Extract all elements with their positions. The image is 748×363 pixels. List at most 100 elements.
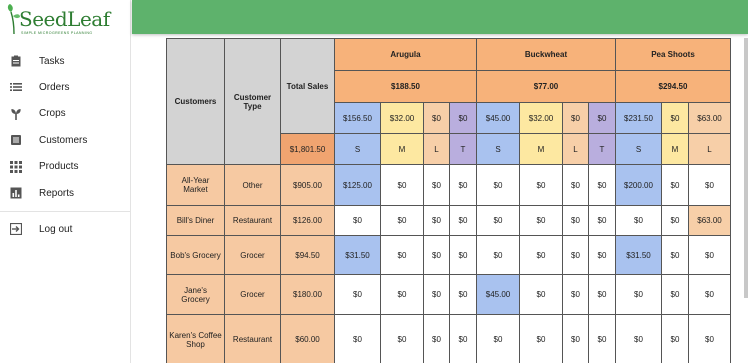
crop-header-buckwheat[interactable]: Buckwheat bbox=[476, 38, 616, 71]
sales-cell: $0 bbox=[661, 314, 689, 363]
crop-total-buckwheat: $77.00 bbox=[476, 70, 616, 103]
sales-cell: $0 bbox=[661, 205, 689, 236]
table-row[interactable]: Jane's Grocery Grocer $180.00 $0 $0 $0 $0 $45.0… bbox=[166, 274, 731, 315]
sales-cell: $0 bbox=[519, 164, 563, 206]
grand-total: $1,801.50 bbox=[280, 133, 335, 165]
sales-cell: $0 bbox=[423, 205, 450, 236]
sidebar-item-products[interactable]: Products bbox=[0, 154, 131, 180]
sales-cell: $125.00 bbox=[334, 164, 381, 206]
size-label: T bbox=[588, 133, 616, 165]
sidebar: SeedLeaf SIMPLE MICROGREENS PLANNING Tas… bbox=[0, 0, 131, 363]
sales-cell: $0 bbox=[423, 274, 450, 315]
app-top-bar bbox=[132, 0, 748, 34]
customer-name: Bob's Grocery bbox=[166, 235, 225, 275]
sales-cell: $0 bbox=[562, 164, 589, 206]
size-total-cell: $231.50 bbox=[615, 102, 662, 134]
size-label: L bbox=[562, 133, 589, 165]
list-icon bbox=[10, 83, 22, 92]
sales-cell: $0 bbox=[688, 164, 731, 206]
sales-cell: $0 bbox=[380, 274, 424, 315]
customer-total: $60.00 bbox=[280, 314, 335, 363]
sidebar-item-customers[interactable]: Customers bbox=[0, 127, 131, 153]
customer-total: $905.00 bbox=[280, 164, 335, 206]
sales-cell: $0 bbox=[615, 274, 662, 315]
crop-header-pea-shoots[interactable]: Pea Shoots bbox=[615, 38, 731, 71]
sales-cell: $0 bbox=[661, 235, 689, 275]
sales-cell: $0 bbox=[423, 235, 450, 275]
sales-cell: $0 bbox=[562, 314, 589, 363]
size-label: L bbox=[688, 133, 731, 165]
sales-cell: $200.00 bbox=[615, 164, 662, 206]
table-row[interactable]: Karen's Coffee Shop Restaurant $60.00 $0 $0 $… bbox=[166, 314, 731, 363]
size-label: L bbox=[423, 133, 450, 165]
size-total-cell: $63.00 bbox=[688, 102, 731, 134]
size-label: M bbox=[661, 133, 689, 165]
sidebar-item-orders[interactable]: Orders bbox=[0, 74, 131, 100]
customer-type-header[interactable]: Customer Type bbox=[224, 38, 281, 165]
sidebar-item-tasks[interactable]: Tasks bbox=[0, 48, 131, 74]
sales-cell: $0 bbox=[615, 205, 662, 236]
customer-type: Grocer bbox=[224, 235, 281, 275]
sales-cell: $0 bbox=[423, 164, 450, 206]
sales-cell: $0 bbox=[661, 164, 689, 206]
grid-icon bbox=[10, 160, 22, 173]
size-total-cell: $32.00 bbox=[380, 102, 424, 134]
brand-name: SeedLeaf bbox=[19, 7, 110, 31]
sales-cell: $0 bbox=[562, 235, 589, 275]
vertical-scrollbar[interactable] bbox=[744, 38, 748, 298]
sales-cell: $0 bbox=[588, 235, 616, 275]
table-row[interactable]: Bob's Grocery Grocer $94.50 $31.50 $0 $0 $0 $0 $… bbox=[166, 235, 731, 275]
sales-cell: $0 bbox=[519, 314, 563, 363]
sales-cell: $0 bbox=[449, 205, 477, 236]
table-row[interactable]: All-Year Market Other $905.00 $125.00 $0 $0 $0… bbox=[166, 164, 731, 206]
sales-cell: $0 bbox=[661, 274, 689, 315]
crop-header-arugula[interactable]: Arugula bbox=[334, 38, 477, 71]
sales-cell: $31.50 bbox=[334, 235, 381, 275]
sidebar-item-label: Orders bbox=[39, 82, 70, 94]
sidebar-item-reports[interactable]: Reports bbox=[0, 180, 131, 206]
sales-cell: $0 bbox=[615, 314, 662, 363]
customer-type: Grocer bbox=[224, 274, 281, 315]
sales-cell: $0 bbox=[449, 314, 477, 363]
bar-chart-icon bbox=[10, 187, 22, 199]
table-row[interactable]: Bill's Diner Restaurant $126.00 $0 $0 $0 $0 $0 $… bbox=[166, 205, 731, 236]
sales-cell: $0 bbox=[380, 205, 424, 236]
sales-cell: $0 bbox=[588, 274, 616, 315]
sidebar-item-label: Crops bbox=[39, 108, 66, 120]
clipboard-icon bbox=[11, 55, 21, 67]
sales-cell: $0 bbox=[334, 274, 381, 315]
logout-button[interactable]: Log out bbox=[0, 216, 131, 242]
sales-report-grid: Customers Customer Type Total Sales Arug… bbox=[166, 38, 744, 363]
sales-cell: $45.00 bbox=[476, 274, 520, 315]
sales-cell: $0 bbox=[688, 235, 731, 275]
customers-header[interactable]: Customers bbox=[166, 38, 225, 165]
sales-cell: $0 bbox=[334, 314, 381, 363]
size-total-cell: $0 bbox=[588, 102, 616, 134]
total-sales-header[interactable]: Total Sales bbox=[280, 38, 335, 134]
sales-cell: $0 bbox=[423, 314, 450, 363]
size-total-cell: $45.00 bbox=[476, 102, 520, 134]
sidebar-nav: Tasks Orders Crops Customers Products Re… bbox=[0, 48, 131, 206]
sales-cell: $0 bbox=[449, 164, 477, 206]
sales-cell: $63.00 bbox=[688, 205, 731, 236]
seedleaf-logo[interactable]: SeedLeaf SIMPLE MICROGREENS PLANNING bbox=[5, 4, 127, 38]
sales-cell: $0 bbox=[688, 274, 731, 315]
crop-total-pea-shoots: $294.50 bbox=[615, 70, 731, 103]
sales-cell: $0 bbox=[588, 314, 616, 363]
sales-cell: $0 bbox=[380, 314, 424, 363]
size-label: T bbox=[449, 133, 477, 165]
sales-cell: $0 bbox=[588, 205, 616, 236]
customer-name: All-Year Market bbox=[166, 164, 225, 206]
sidebar-item-label: Customers bbox=[39, 134, 88, 146]
customer-total: $126.00 bbox=[280, 205, 335, 236]
sidebar-item-crops[interactable]: Crops bbox=[0, 101, 131, 127]
sales-cell: $0 bbox=[519, 274, 563, 315]
customer-name: Jane's Grocery bbox=[166, 274, 225, 315]
size-total-cell: $32.00 bbox=[519, 102, 563, 134]
size-total-cell: $156.50 bbox=[334, 102, 381, 134]
sales-cell: $0 bbox=[449, 274, 477, 315]
sales-cell: $0 bbox=[519, 235, 563, 275]
contacts-icon bbox=[11, 135, 21, 146]
customer-type: Restaurant bbox=[224, 205, 281, 236]
crop-total-arugula: $188.50 bbox=[334, 70, 477, 103]
